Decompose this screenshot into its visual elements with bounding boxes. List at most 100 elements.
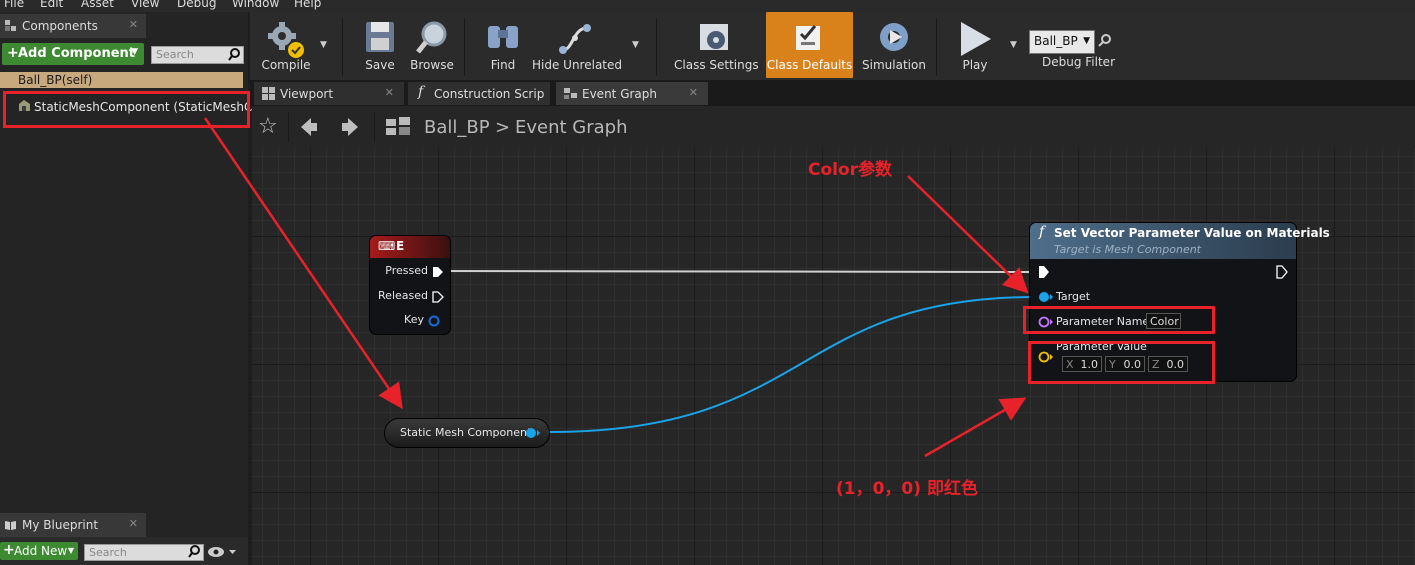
save-button[interactable]: Save bbox=[358, 12, 402, 78]
find-binoculars-icon bbox=[488, 26, 518, 48]
left-panel: Components ✕ + Add Component ▼ Search Ba… bbox=[0, 12, 265, 565]
add-new-button[interactable]: + Add New ▼ bbox=[0, 542, 78, 560]
released-exec-pin-icon[interactable] bbox=[432, 291, 444, 303]
graph-nav-bar: ☆ Ball_BP > Event Graph bbox=[252, 106, 1415, 148]
browse-magnifier-icon bbox=[416, 21, 447, 54]
search-placeholder: Search bbox=[89, 546, 127, 559]
event-graph-canvas[interactable]: ⌨ E Pressed Released Key Static Mesh Com… bbox=[252, 148, 1415, 565]
close-icon[interactable]: ✕ bbox=[689, 86, 698, 99]
plus-icon: + bbox=[3, 542, 15, 558]
compile-label: Compile bbox=[261, 58, 311, 72]
target-pin-icon[interactable] bbox=[1038, 291, 1054, 303]
function-node-header: f Set Vector Parameter Value on Material… bbox=[1030, 223, 1330, 259]
highlight-box-parameter-value bbox=[1028, 341, 1215, 384]
class-settings-icon bbox=[700, 24, 728, 50]
function-icon: f bbox=[418, 84, 424, 100]
my-blueprint-tab[interactable]: My Blueprint ✕ bbox=[0, 513, 146, 537]
separator bbox=[288, 112, 289, 142]
back-arrow-icon[interactable] bbox=[299, 116, 319, 138]
browse-button[interactable]: Browse bbox=[406, 12, 458, 78]
components-tab-title: Components bbox=[22, 19, 98, 33]
compile-button[interactable]: Compile bbox=[254, 12, 318, 78]
class-defaults-button[interactable]: Class Defaults bbox=[766, 12, 853, 78]
hide-unrelated-button[interactable]: Hide Unrelated bbox=[532, 12, 623, 78]
simulation-button[interactable]: Simulation bbox=[860, 12, 928, 78]
pressed-pin-label: Pressed bbox=[385, 264, 428, 277]
class-defaults-label: Class Defaults bbox=[766, 58, 853, 72]
object-output-pin-icon[interactable] bbox=[525, 427, 541, 439]
book-icon bbox=[5, 521, 16, 530]
annotation-color-param: Color参数 bbox=[808, 160, 893, 180]
simulation-icon bbox=[880, 23, 908, 51]
menu-help[interactable]: Help bbox=[294, 0, 321, 10]
compile-options-chevron-icon[interactable]: ▼ bbox=[320, 40, 327, 50]
find-label: Find bbox=[490, 58, 516, 72]
tab-event-graph-label: Event Graph bbox=[582, 87, 657, 101]
menu-asset[interactable]: Asset bbox=[81, 0, 114, 10]
pressed-exec-pin-icon[interactable] bbox=[432, 266, 444, 278]
close-icon[interactable]: ✕ bbox=[385, 86, 394, 99]
menu-edit[interactable]: Edit bbox=[40, 0, 63, 10]
debug-search-icon[interactable] bbox=[1098, 33, 1112, 47]
tab-viewport[interactable]: Viewport ✕ bbox=[254, 82, 404, 105]
exec-input-pin-icon[interactable] bbox=[1038, 265, 1050, 279]
tab-construction-label: Construction Scrip bbox=[434, 87, 545, 101]
target-pin-label: Target bbox=[1056, 290, 1091, 303]
document-tabs: Viewport ✕ f Construction Scrip Event Gr… bbox=[250, 80, 1415, 106]
keyboard-icon: ⌨ bbox=[378, 239, 396, 253]
forward-arrow-icon[interactable] bbox=[340, 116, 360, 138]
play-button[interactable]: Play bbox=[950, 12, 1000, 78]
simulation-label: Simulation bbox=[862, 58, 926, 72]
class-settings-label: Class Settings bbox=[674, 58, 759, 72]
hide-unrelated-chevron-icon[interactable]: ▼ bbox=[632, 40, 639, 50]
exec-output-pin-icon[interactable] bbox=[1276, 265, 1288, 279]
play-options-chevron-icon[interactable]: ▼ bbox=[1010, 40, 1017, 50]
components-icon bbox=[5, 20, 16, 31]
search-icon bbox=[228, 48, 240, 61]
class-settings-button[interactable]: Class Settings bbox=[674, 12, 759, 78]
tree-item-root[interactable]: Ball_BP(self) bbox=[0, 72, 243, 88]
find-button[interactable]: Find bbox=[482, 12, 524, 78]
menu-debug[interactable]: Debug bbox=[177, 0, 216, 10]
my-blueprint-toolbar: + Add New ▼ Search bbox=[0, 537, 248, 565]
close-icon[interactable]: ✕ bbox=[129, 18, 138, 31]
my-blueprint-title: My Blueprint bbox=[22, 518, 99, 532]
add-component-button[interactable]: + Add Component ▼ bbox=[2, 43, 144, 65]
highlight-box-parameter-name bbox=[1023, 306, 1215, 334]
favorite-star-icon[interactable]: ☆ bbox=[258, 114, 278, 139]
function-node-subtitle: Target is Mesh Component bbox=[1054, 243, 1201, 256]
tab-event-graph[interactable]: Event Graph ✕ bbox=[556, 82, 708, 105]
event-graph-breadcrumb-icon bbox=[386, 117, 410, 135]
breadcrumb-root[interactable]: Ball_BP bbox=[424, 117, 490, 138]
menu-window[interactable]: Window bbox=[232, 0, 279, 10]
chevron-down-icon: ▼ bbox=[131, 47, 138, 57]
variable-node-label: Static Mesh Component bbox=[400, 426, 532, 439]
hide-unrelated-label: Hide Unrelated bbox=[532, 58, 623, 72]
my-blueprint-search-input[interactable]: Search bbox=[84, 544, 204, 561]
hide-unrelated-nodes-icon bbox=[559, 24, 591, 54]
debug-object-select[interactable]: Ball_BP ▼ bbox=[1029, 30, 1095, 54]
menu-view[interactable]: View bbox=[131, 0, 159, 10]
add-component-label: Add Component bbox=[18, 46, 135, 61]
separator bbox=[656, 18, 657, 76]
class-defaults-icon bbox=[795, 25, 820, 50]
root-item-label: Ball_BP(self) bbox=[18, 73, 93, 87]
menu-bar: File Edit Asset View Debug Window Help bbox=[0, 0, 1415, 12]
tab-construction-script[interactable]: f Construction Scrip bbox=[408, 82, 550, 105]
function-node-title: Set Vector Parameter Value on Materials bbox=[1054, 226, 1330, 240]
save-label: Save bbox=[365, 58, 395, 72]
viewport-icon bbox=[262, 87, 275, 100]
key-struct-pin-icon[interactable] bbox=[428, 315, 440, 327]
save-floppy-icon bbox=[366, 22, 394, 52]
breadcrumb-separator: > bbox=[495, 117, 511, 138]
browse-label: Browse bbox=[410, 58, 454, 72]
components-tab[interactable]: Components ✕ bbox=[0, 14, 146, 38]
static-mesh-variable-node[interactable]: Static Mesh Component bbox=[385, 419, 549, 447]
close-icon[interactable]: ✕ bbox=[129, 517, 138, 530]
key-event-node[interactable]: ⌨ E Pressed Released Key bbox=[370, 236, 450, 334]
released-pin-label: Released bbox=[378, 289, 428, 302]
separator bbox=[464, 18, 465, 76]
visibility-eye-icon[interactable] bbox=[207, 546, 237, 558]
menu-file[interactable]: File bbox=[4, 0, 24, 10]
components-search-input[interactable]: Search bbox=[151, 46, 244, 64]
